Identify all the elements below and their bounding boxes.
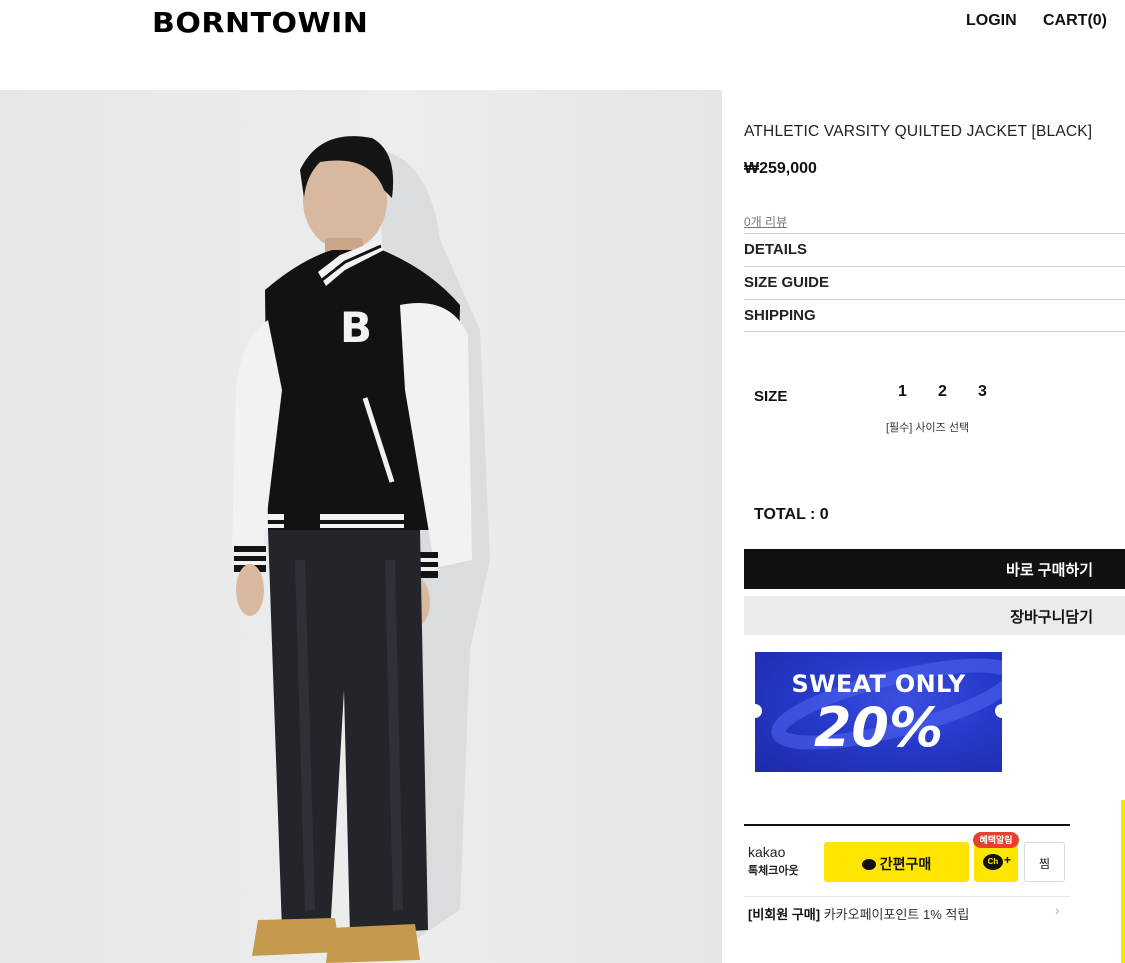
login-link[interactable]: LOGIN — [966, 12, 1017, 30]
kakao-brand-label: kakao — [748, 844, 786, 860]
promo-banner[interactable]: SWEAT ONLY 20% — [755, 652, 1002, 772]
size-guide-accordion[interactable]: SIZE GUIDE — [744, 266, 1125, 299]
product-price: ₩259,000 — [744, 160, 817, 177]
kakao-channel-button[interactable]: Ch + — [974, 842, 1018, 882]
svg-text:B: B — [340, 303, 372, 352]
guest-checkout-link[interactable]: [비회원 구매] 카카오페이포인트 1% 적립 — [748, 904, 969, 923]
banner-discount: 20% — [813, 696, 944, 759]
size-label: SIZE — [754, 388, 788, 405]
speech-bubble-icon — [861, 859, 876, 870]
product-image: B — [0, 90, 722, 963]
plus-icon: + — [1004, 853, 1012, 867]
wishlist-button[interactable]: 찜 — [1024, 842, 1065, 882]
kakao-pay-label: 간편구매 — [879, 856, 932, 872]
model-illustration: B — [232, 136, 490, 963]
product-title: ATHLETIC VARSITY QUILTED JACKET [BLACK] — [744, 123, 1093, 140]
floating-yellow-tab[interactable] — [1121, 800, 1125, 963]
review-count-link[interactable]: 0개 리뷰 — [744, 213, 787, 230]
kakao-checkout-label: 톡체크아웃 — [748, 865, 799, 877]
benefit-alert-badge: 혜택알림 — [973, 832, 1019, 848]
size-option-2[interactable]: 2 — [938, 383, 947, 401]
size-required-hint: [필수] 사이즈 선택 — [886, 422, 970, 434]
guest-tag: [비회원 구매] — [748, 907, 821, 922]
brand-logo[interactable]: BORNTOWIN — [152, 7, 368, 39]
details-accordion[interactable]: DETAILS — [744, 233, 1125, 266]
buy-now-button[interactable]: 바로 구매하기 — [744, 549, 1125, 589]
total-price: TOTAL : 0 — [754, 506, 829, 523]
add-to-cart-button[interactable]: 장바구니담기 — [744, 596, 1125, 635]
kakao-divider — [744, 896, 1070, 897]
cart-link[interactable]: CART(0) — [1043, 12, 1107, 30]
shipping-accordion[interactable]: SHIPPING — [744, 299, 1125, 332]
kakao-quick-pay-button[interactable]: 간편구매 — [824, 842, 969, 882]
chevron-right-icon: › — [1055, 902, 1060, 918]
banner-headline: SWEAT ONLY — [791, 670, 966, 698]
guest-point-text: 카카오페이포인트 1% 적립 — [820, 907, 970, 922]
kakao-channel-icon: Ch — [983, 854, 1003, 870]
size-option-3[interactable]: 3 — [978, 383, 987, 401]
kakao-checkout-panel: kakao 톡체크아웃 간편구매 Ch + 혜택알림 찜 [비회원 구매] 카카… — [744, 824, 1070, 932]
size-option-1[interactable]: 1 — [898, 383, 907, 401]
